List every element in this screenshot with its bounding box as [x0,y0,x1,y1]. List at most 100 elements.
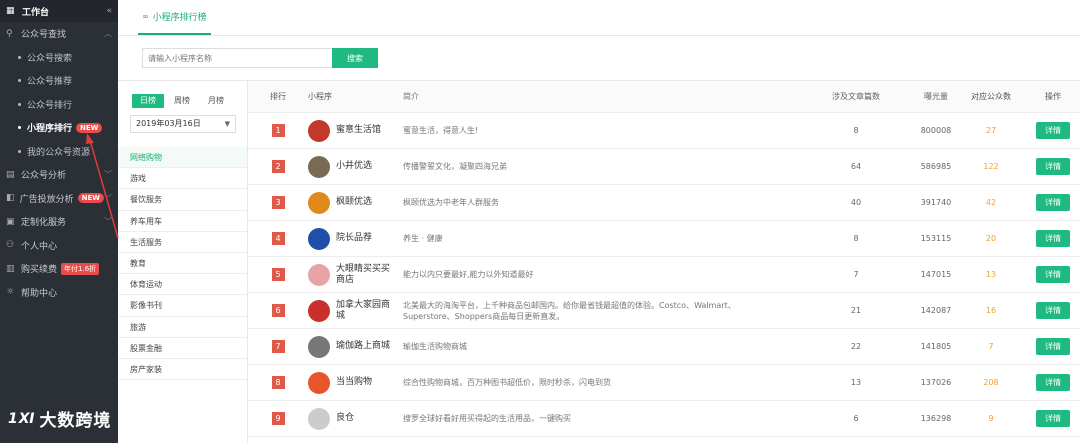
app-cell[interactable]: 当当购物 [308,371,403,394]
sidebar-sub-account-recommend[interactable]: 公众号推荐 [0,69,118,93]
detail-button[interactable]: 详情 [1036,230,1070,247]
sidebar-item-custom-service[interactable]: ▣ 定制化服务 ﹀ [0,210,118,234]
doc-icon: ▤ [6,169,15,180]
col-rank: 排行 [270,92,286,101]
sidebar-header[interactable]: ▦ 工作台 « [0,0,118,22]
rank-badge: 2 [271,160,285,173]
app-avatar [308,191,330,214]
detail-button[interactable]: 详情 [1036,122,1070,139]
app-name: 瑜伽路上商城 [336,341,391,351]
accounts-cell: 27 [985,126,997,135]
sidebar-item-help-center[interactable]: ☼ 帮助中心 [0,281,118,305]
app-cell[interactable]: 蜜意生活馆 [308,119,403,142]
period-monthly[interactable]: 月榜 [200,94,232,108]
sidebar-item-account-search[interactable]: ⚲ 公众号查找 ︿ [0,22,118,46]
accounts-cell: 122 [983,162,999,171]
detail-button[interactable]: 详情 [1036,158,1070,175]
collapse-icon[interactable]: « [106,6,112,16]
category-item[interactable]: 体育运动 [118,274,247,296]
category-item[interactable]: 生活服务 [118,232,247,253]
col-op: 操作 [1045,92,1061,101]
desc-cell: 搜罗全球好看好用买得起的生活用品，一键购买 [403,414,571,423]
sidebar: ▦ 工作台 « ⚲ 公众号查找 ︿ 公众号搜索 公众号推荐 公众号排行 小程序排… [0,0,118,443]
sidebar-item-personal-center[interactable]: ⚇ 个人中心 [0,234,118,258]
category-item[interactable]: 股票金融 [118,338,247,359]
expo-cell: 147015 [920,270,952,279]
sidebar-item-account-analysis[interactable]: ▤ 公众号分析 ﹀ [0,163,118,187]
period-daily[interactable]: 日榜 [132,94,164,108]
category-item[interactable]: 网络购物 [118,147,247,169]
app-name: 大眼睛买买买商店 [336,263,391,285]
grid-icon: ▦ [6,6,15,16]
category-item[interactable]: 教育 [118,253,247,275]
sidebar-sub-miniprogram-rank[interactable]: 小程序排行 NEW [0,116,118,140]
category-item[interactable]: 养车用车 [118,211,247,232]
app-avatar [308,119,330,142]
category-item[interactable]: 房产家装 [118,359,247,381]
desc-cell: 枫颐优选为中老年人群服务 [403,198,499,207]
sidebar-sub-my-resources[interactable]: 我的公众号资源 [0,140,118,164]
app-cell[interactable]: 加拿大家园商城 [308,299,403,322]
count-cell: 40 [850,198,862,207]
main-content: ∞ 小程序排行榜 搜索 日榜 周榜 月榜 2019年03月16日 ▼ 网络购物 … [118,0,1080,443]
category-item[interactable]: 旅游 [118,317,247,338]
sidebar-item-label: 帮助中心 [21,288,58,299]
sidebar-sub-account-search[interactable]: 公众号搜索 [0,46,118,70]
category-item[interactable]: 游戏 [118,168,247,190]
search-input[interactable] [142,48,332,68]
app-avatar [308,299,330,322]
desc-cell: 传播警誓文化，凝聚四海兄弟 [403,162,507,171]
chevron-up-icon: ︿ [104,29,112,39]
col-app: 小程序 [308,92,332,101]
detail-button[interactable]: 详情 [1036,302,1070,319]
detail-button[interactable]: 详情 [1036,266,1070,283]
app-cell[interactable]: 瑜伽路上商城 [308,335,403,358]
help-icon: ☼ [6,287,15,298]
sidebar-item-label: 定制化服务 [21,218,67,229]
sidebar-item-label: 购买续费 [21,265,58,276]
search-button[interactable]: 搜索 [332,48,378,68]
expo-cell: 141805 [920,342,952,351]
detail-button[interactable]: 详情 [1036,410,1070,427]
sidebar-sub-account-rank[interactable]: 公众号排行 [0,93,118,117]
desc-cell: 综合性购物商城，百万种图书超低价，限时秒杀，闪电到货 [403,378,611,387]
sidebar-item-purchase[interactable]: ▥ 购买续费 年付1.6折 [0,257,118,281]
workbench-label: 工作台 [22,7,50,18]
accounts-cell: 20 [985,234,997,243]
table-row: 4 院长品荐 养生 · 健康 8 153115 20 详情 [248,221,1080,257]
app-cell[interactable]: 小井优选 [308,155,403,178]
op-cell: 详情 [1026,410,1080,427]
period-weekly[interactable]: 周榜 [166,94,198,108]
sidebar-item-ad-analysis[interactable]: ◧ 广告投放分析 NEW ﹀ [0,187,118,211]
detail-button[interactable]: 详情 [1036,374,1070,391]
app-cell[interactable]: 大眼睛买买买商店 [308,263,403,286]
app-cell[interactable]: 良仓 [308,407,403,430]
detail-button[interactable]: 详情 [1036,194,1070,211]
sidebar-sub-label: 小程序排行 [27,124,73,135]
count-cell: 22 [850,342,862,351]
detail-button[interactable]: 详情 [1036,338,1070,355]
app-cell[interactable]: 枫颐优选 [308,191,403,214]
table-row: 6 加拿大家园商城 北美最大的海淘平台，上千种商品包邮国内。给你最省钱最超值的体验。… [248,293,1080,329]
rank-badge: 8 [271,376,285,389]
table-row: 2 小井优选 传播警誓文化，凝聚四海兄弟 64 586985 122 详情 [248,149,1080,185]
app-avatar [308,407,330,430]
rank-badge: 9 [271,412,285,425]
rank-badge: 6 [271,304,285,317]
tab-miniprogram-rank[interactable]: ∞ 小程序排行榜 [138,0,211,35]
category-item[interactable]: 影像书刊 [118,295,247,317]
app-avatar [308,263,330,286]
app-cell[interactable]: 院长品荐 [308,227,403,250]
rank-badge: 4 [271,232,285,245]
op-cell: 详情 [1026,230,1080,247]
category-item[interactable]: 餐饮服务 [118,189,247,211]
rank-cell: 5 [248,268,308,281]
table-header: 排行 小程序 简介 涉及文章篇数 曝光量 对应公众数 操作 [248,81,1080,113]
rank-badge: 3 [271,196,285,209]
app-name: 加拿大家园商城 [336,299,391,321]
tab-label: 小程序排行榜 [152,13,207,23]
count-cell: 13 [850,378,862,387]
date-select[interactable]: 2019年03月16日 ▼ [130,115,236,133]
rank-badge: 1 [271,124,285,137]
rank-cell: 7 [248,340,308,353]
